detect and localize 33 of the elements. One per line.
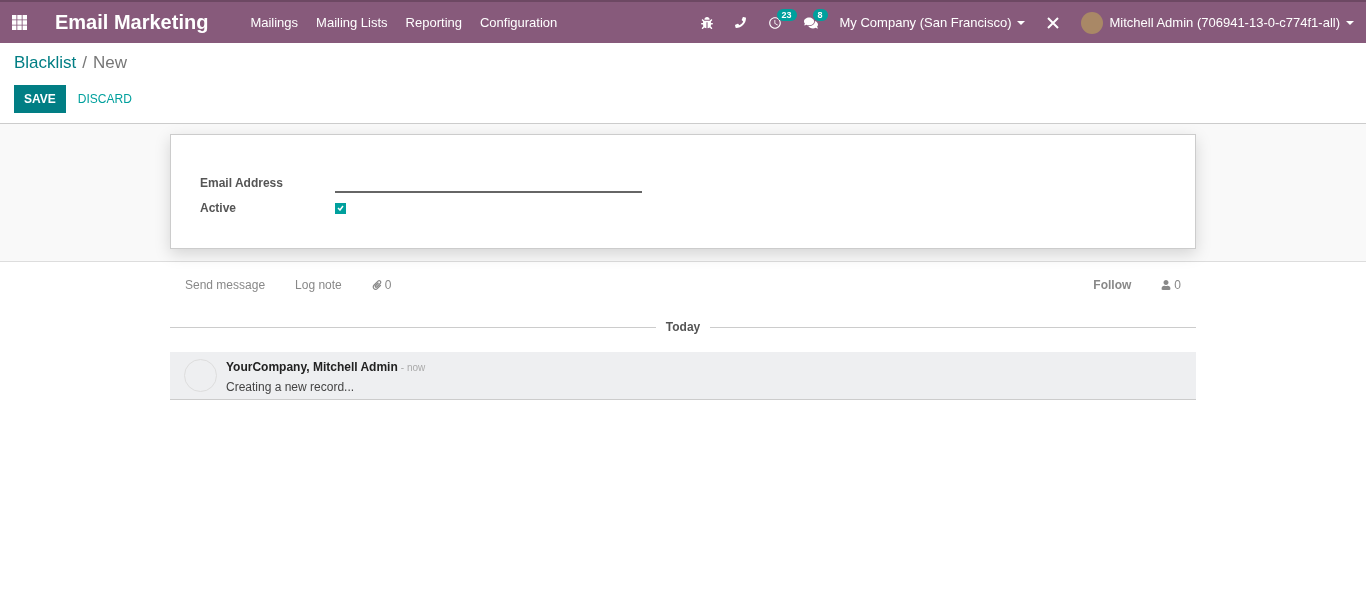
message-count-badge: 8 <box>812 8 828 21</box>
send-message-link[interactable]: Send message <box>185 278 266 292</box>
clock-icon[interactable] <box>767 15 782 30</box>
save-button[interactable]: SAVE <box>14 85 66 113</box>
breadcrumb-current: New <box>93 53 128 73</box>
follow-link[interactable]: Follow <box>1093 278 1132 292</box>
message-time: - now <box>400 362 426 373</box>
date-separator: Today <box>665 320 701 334</box>
menu-item[interactable]: Configuration <box>480 15 558 30</box>
activity-count-badge: 23 <box>776 8 797 21</box>
menu-item[interactable]: Mailing Lists <box>316 15 388 30</box>
log-note-link[interactable]: Log note <box>295 278 342 292</box>
followers-link[interactable]: 0 <box>1161 278 1181 292</box>
menu-item[interactable]: Mailings <box>250 15 299 30</box>
chat-icon[interactable] <box>803 15 818 30</box>
phone-icon[interactable] <box>734 17 746 28</box>
active-checkbox[interactable] <box>335 202 346 214</box>
field-label: Email Address <box>200 176 284 190</box>
message-body: Creating a new record... <box>226 380 356 394</box>
apps-menu-icon[interactable] <box>12 15 27 30</box>
breadcrumb-link[interactable]: Blacklist <box>14 53 77 73</box>
user-menu[interactable]: Mitchell Admin (706941-13-0-c774f1-all) <box>1081 11 1354 34</box>
message-author: YourCompany, Mitchell Admin <box>226 360 398 374</box>
company-switcher[interactable]: My Company (San Francisco) <box>839 15 1026 30</box>
attachments-link[interactable]: 0 <box>371 278 392 292</box>
bug-icon[interactable] <box>700 16 713 29</box>
breadcrumb-separator: / <box>82 53 88 73</box>
discard-button[interactable]: DISCARD <box>69 85 140 113</box>
user-icon <box>1161 280 1172 290</box>
paperclip-icon <box>371 280 382 290</box>
field-label: Active <box>200 201 238 215</box>
menu-item[interactable]: Reporting <box>405 15 462 30</box>
app-title: Email Marketing <box>55 11 209 34</box>
